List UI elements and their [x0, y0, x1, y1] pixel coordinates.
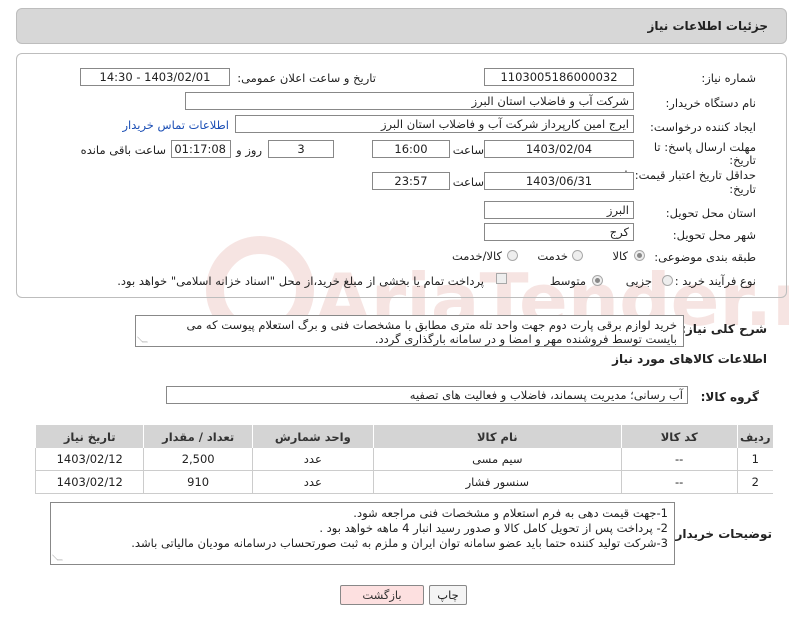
announce-date-label: تاریخ و ساعت اعلان عمومی:: [237, 71, 376, 85]
goods-group-field: آب رسانی؛ مدیریت پسماند، فاضلاب و فعالیت…: [166, 386, 688, 404]
price-validity-label: حداقل تاریخ اعتبار قیمت: تا: [624, 168, 756, 182]
buyer-notes-line-1: 1-جهت قیمت دهی به فرم استعلام و مشخصات ف…: [353, 506, 668, 520]
col-unit: واحد شمارش: [251, 425, 374, 448]
cell-date: 1403/02/12: [34, 448, 144, 471]
purchase-option-minor: جزیی: [625, 274, 652, 288]
goods-section-title: اطلاعات کالاهای مورد نیاز: [612, 352, 767, 366]
col-code: کد کالا: [620, 425, 738, 448]
print-button[interactable]: چاپ: [429, 585, 467, 605]
requester-label: ایجاد کننده درخواست:: [650, 120, 756, 134]
price-validity-label-2: تاریخ:: [729, 182, 756, 196]
description-label: شرح کلی نیاز:: [681, 322, 767, 336]
cell-unit: عدد: [251, 448, 374, 471]
reply-deadline-label-2: تاریخ:: [729, 153, 756, 167]
province-label: استان محل تحویل:: [665, 206, 756, 220]
remaining-time-label: ساعت باقی مانده: [80, 143, 166, 157]
reply-days-field: 3: [268, 140, 334, 158]
buyer-contact-link[interactable]: اطلاعات تماس خریدار: [122, 118, 229, 132]
back-button[interactable]: بازگشت: [340, 585, 424, 605]
city-field: کرج: [484, 223, 634, 241]
reply-days-label: روز و: [236, 143, 262, 157]
page-header: جزئیات اطلاعات نیاز: [16, 8, 787, 44]
buyer-org-field: شرکت آب و فاضلاب استان البرز: [185, 92, 634, 110]
cell-name: سنسور فشار: [372, 470, 622, 494]
buyer-notes-textarea: 1-جهت قیمت دهی به فرم استعلام و مشخصات ف…: [50, 502, 675, 565]
category-radio-goods-service[interactable]: [507, 250, 518, 261]
cell-code: --: [620, 470, 738, 494]
cell-date: 1403/02/12: [34, 470, 144, 494]
category-option-goods-service: کالا/خدمت: [451, 249, 502, 263]
buyer-notes-line-2: 2- پرداخت پس از تحویل کامل کالا و صدور ر…: [319, 521, 668, 535]
goods-group-label: گروه کالا:: [700, 390, 759, 404]
category-option-service: خدمت: [537, 249, 568, 263]
col-row: ردیف: [736, 425, 773, 448]
reply-time-label: ساعت: [452, 143, 484, 157]
cell-qty: 2,500: [143, 448, 253, 471]
purchase-option-medium: متوسط: [549, 274, 586, 288]
purchase-radio-medium[interactable]: [592, 275, 603, 286]
reply-deadline-date-field: 1403/02/04: [484, 140, 634, 158]
cell-row: 1: [736, 448, 773, 471]
buyer-notes-line-3: 3-شرکت تولید کننده حتما باید عضو سامانه …: [131, 536, 668, 550]
cell-code: --: [620, 448, 738, 471]
price-validity-date-field: 1403/06/31: [484, 172, 634, 190]
category-radio-service[interactable]: [572, 250, 583, 261]
col-name: نام کالا: [372, 425, 622, 448]
category-option-goods: کالا: [612, 249, 628, 263]
description-line-1: خرید لوازم برقی پارت دوم جهت واحد تله مت…: [186, 318, 678, 332]
treasury-checkbox[interactable]: [496, 273, 507, 284]
description-line-2: بایست توسط فروشنده مهر و امضا و در سامان…: [374, 332, 677, 346]
page-title: جزئیات اطلاعات نیاز: [647, 19, 768, 33]
city-label: شهر محل تحویل:: [672, 228, 756, 242]
cell-row: 2: [736, 470, 773, 494]
province-field: البرز: [484, 201, 634, 219]
cell-unit: عدد: [251, 470, 374, 494]
goods-table: ردیف کد کالا نام کالا واحد شمارش تعداد /…: [34, 425, 773, 494]
announce-date-field: 1403/02/01 - 14:30: [80, 68, 230, 86]
table-header-row: ردیف کد کالا نام کالا واحد شمارش تعداد /…: [34, 425, 773, 448]
category-radio-goods[interactable]: [634, 250, 645, 261]
remaining-time-field: 01:17:08: [171, 140, 231, 158]
need-number-label: شماره نیاز:: [701, 71, 756, 85]
requester-field: ایرج امین کارپرداز شرکت آب و فاضلاب استا…: [235, 115, 634, 133]
treasury-note: پرداخت تمام یا بخشی از مبلغ خرید،از محل …: [117, 274, 484, 288]
price-time-label: ساعت: [452, 175, 484, 189]
purchase-radio-minor[interactable]: [662, 275, 673, 286]
category-label: طبقه بندی موضوعی:: [654, 250, 756, 264]
purchase-type-label: نوع فرآیند خرید :: [674, 274, 756, 288]
reply-deadline-time-field: 16:00: [372, 140, 450, 158]
price-validity-time-field: 23:57: [372, 172, 450, 190]
table-row: 2 -- سنسور فشار عدد 910 1403/02/12: [34, 470, 773, 494]
col-qty: تعداد / مقدار: [143, 425, 253, 448]
resize-grip-icon[interactable]: [52, 554, 63, 561]
table-row: 1 -- سیم مسی عدد 2,500 1403/02/12: [34, 448, 773, 471]
reply-deadline-label: مهلت ارسال پاسخ: تا: [653, 140, 756, 154]
buyer-notes-label: توضیحات خریدار:: [670, 527, 772, 541]
buyer-org-label: نام دستگاه خریدار:: [665, 96, 756, 110]
cell-qty: 910: [143, 470, 253, 494]
need-number-field: 1103005186000032: [484, 68, 634, 86]
col-date: تاریخ نیاز: [34, 425, 144, 448]
description-textarea: خرید لوازم برقی پارت دوم جهت واحد تله مت…: [135, 315, 684, 347]
cell-name: سیم مسی: [372, 448, 622, 471]
